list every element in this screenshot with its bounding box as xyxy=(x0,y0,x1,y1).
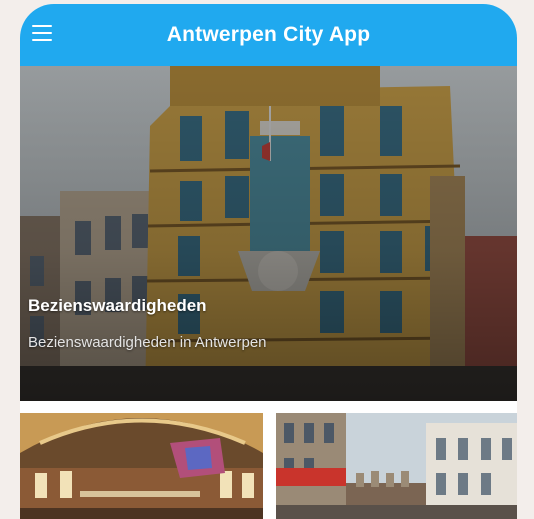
category-card-bezienswaardigheden[interactable]: Bezienswaardigheden Bezienswaardigheden … xyxy=(20,66,517,401)
app-screen: Antwerpen City App Bezienswaardigheden B… xyxy=(20,4,517,519)
category-card-markt[interactable] xyxy=(276,413,517,519)
hamburger-menu-icon[interactable] xyxy=(32,20,58,46)
market-square-image xyxy=(276,413,517,519)
app-bar: Antwerpen City App xyxy=(20,4,517,66)
category-card-shopping[interactable] xyxy=(20,413,263,519)
hero-title: Bezienswaardigheden xyxy=(28,296,207,315)
hero-subtitle: Bezienswaardigheden in Antwerpen xyxy=(28,334,267,351)
shopping-gallery-image xyxy=(20,413,263,519)
app-title: Antwerpen City App xyxy=(166,23,371,46)
